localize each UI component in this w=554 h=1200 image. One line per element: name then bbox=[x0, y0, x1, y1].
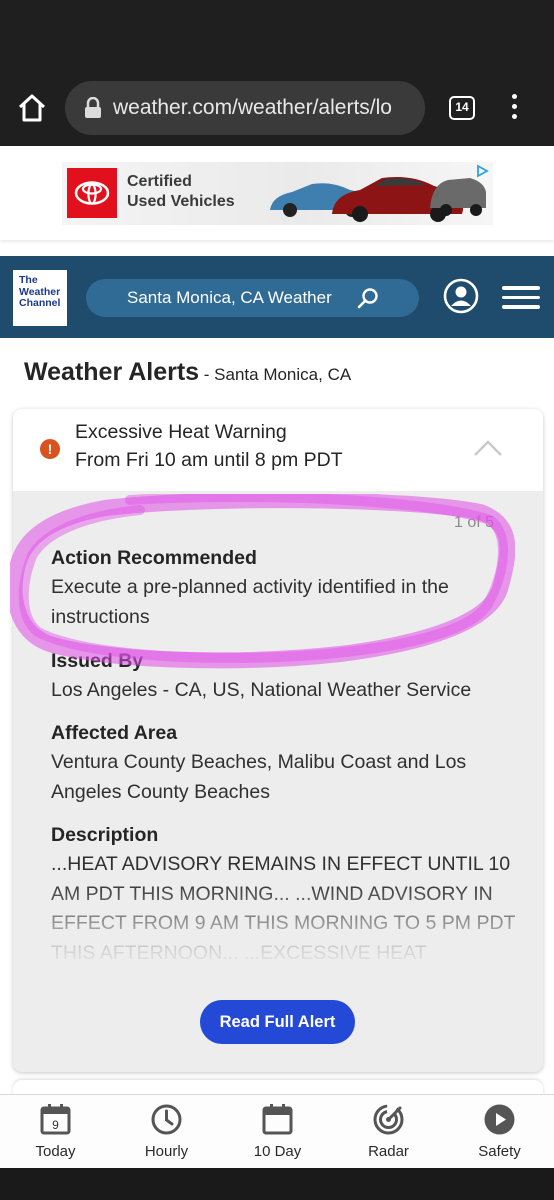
location-search-label: Santa Monica, CA Weather bbox=[127, 288, 332, 307]
status-bar bbox=[0, 0, 554, 68]
logo-line: Channel bbox=[19, 297, 61, 309]
bottom-nav: 9 Today Hourly 10 Day Radar Safety bbox=[0, 1094, 554, 1168]
nav-safety[interactable]: Safety bbox=[444, 1095, 554, 1169]
section-heading: Description bbox=[51, 824, 159, 846]
nav-label: Safety bbox=[478, 1143, 521, 1160]
nav-10-day[interactable]: 10 Day bbox=[222, 1095, 333, 1169]
play-icon bbox=[484, 1104, 515, 1135]
calendar-day-number: 9 bbox=[52, 1118, 59, 1132]
clock-icon bbox=[151, 1104, 182, 1135]
section-body: Ventura County Beaches, Malibu Coast and… bbox=[51, 751, 467, 803]
section-body: Execute a pre-planned activity identifie… bbox=[51, 576, 449, 628]
calendar-day-icon: 9 bbox=[40, 1104, 71, 1135]
nav-label: Today bbox=[35, 1143, 76, 1160]
alert-card: ! Excessive Heat Warning From Fri 10 am … bbox=[13, 409, 543, 1072]
section-body: Los Angeles - CA, US, National Weather S… bbox=[51, 679, 472, 701]
page-heading: Weather Alerts - Santa Monica, CA bbox=[24, 358, 351, 387]
browser-toolbar: weather.com/weather/alerts/lo 14 bbox=[0, 68, 554, 146]
lock-icon bbox=[85, 97, 101, 118]
menu-icon[interactable] bbox=[502, 286, 540, 310]
section-description: Description ...HEAT ADVISORY REMAINS IN … bbox=[51, 821, 521, 971]
address-bar[interactable]: weather.com/weather/alerts/lo bbox=[65, 81, 425, 135]
nav-hourly[interactable]: Hourly bbox=[111, 1095, 222, 1169]
page-location: - Santa Monica, CA bbox=[199, 365, 352, 384]
nav-label: Radar bbox=[368, 1143, 409, 1160]
calendar-icon bbox=[262, 1104, 293, 1135]
section-issued-by: Issued By Los Angeles - CA, US, National… bbox=[51, 647, 521, 706]
system-nav-bar bbox=[0, 1168, 554, 1200]
radar-icon bbox=[373, 1104, 404, 1135]
tab-count-button[interactable]: 14 bbox=[449, 96, 475, 120]
section-affected-area: Affected Area Ventura County Beaches, Ma… bbox=[51, 719, 521, 807]
ad-banner[interactable]: Certified Used Vehicles bbox=[62, 162, 493, 225]
nav-today[interactable]: 9 Today bbox=[0, 1095, 111, 1169]
nav-label: 10 Day bbox=[253, 1143, 302, 1160]
ad-choices-icon[interactable] bbox=[475, 164, 489, 178]
nav-radar[interactable]: Radar bbox=[333, 1095, 444, 1169]
toyota-logo bbox=[67, 168, 117, 218]
site-header: The Weather Channel Santa Monica, CA Wea… bbox=[0, 256, 554, 338]
nav-label: Hourly bbox=[144, 1143, 189, 1160]
section-heading: Issued By bbox=[51, 650, 144, 672]
alert-header[interactable]: ! Excessive Heat Warning From Fri 10 am … bbox=[13, 409, 543, 491]
search-icon bbox=[357, 288, 378, 309]
ad-headline: Certified Used Vehicles bbox=[127, 173, 235, 210]
alert-title: Excessive Heat Warning bbox=[75, 421, 287, 443]
account-icon[interactable] bbox=[443, 278, 479, 314]
read-full-alert-button[interactable]: Read Full Alert bbox=[200, 1000, 355, 1044]
section-heading: Action Recommended bbox=[51, 547, 257, 569]
url-text: weather.com/weather/alerts/lo bbox=[113, 96, 392, 119]
ad-container: Certified Used Vehicles bbox=[0, 146, 554, 240]
page-title: Weather Alerts bbox=[24, 358, 200, 386]
weather-channel-logo[interactable]: The Weather Channel bbox=[13, 270, 67, 326]
chevron-up-icon[interactable] bbox=[473, 439, 503, 457]
browser-menu-icon[interactable] bbox=[506, 94, 522, 122]
logo-line: The bbox=[19, 274, 38, 286]
home-icon[interactable] bbox=[16, 92, 48, 124]
alert-time: From Fri 10 am until 8 pm PDT bbox=[75, 449, 343, 471]
section-heading: Affected Area bbox=[51, 722, 178, 744]
ad-cars-image bbox=[270, 177, 486, 222]
location-search[interactable]: Santa Monica, CA Weather bbox=[86, 279, 419, 317]
section-action-recommended: Action Recommended Execute a pre-planned… bbox=[51, 544, 521, 632]
description-fade bbox=[51, 881, 521, 971]
warning-icon: ! bbox=[40, 439, 60, 459]
alert-counter: 1 of 5 bbox=[453, 514, 494, 531]
